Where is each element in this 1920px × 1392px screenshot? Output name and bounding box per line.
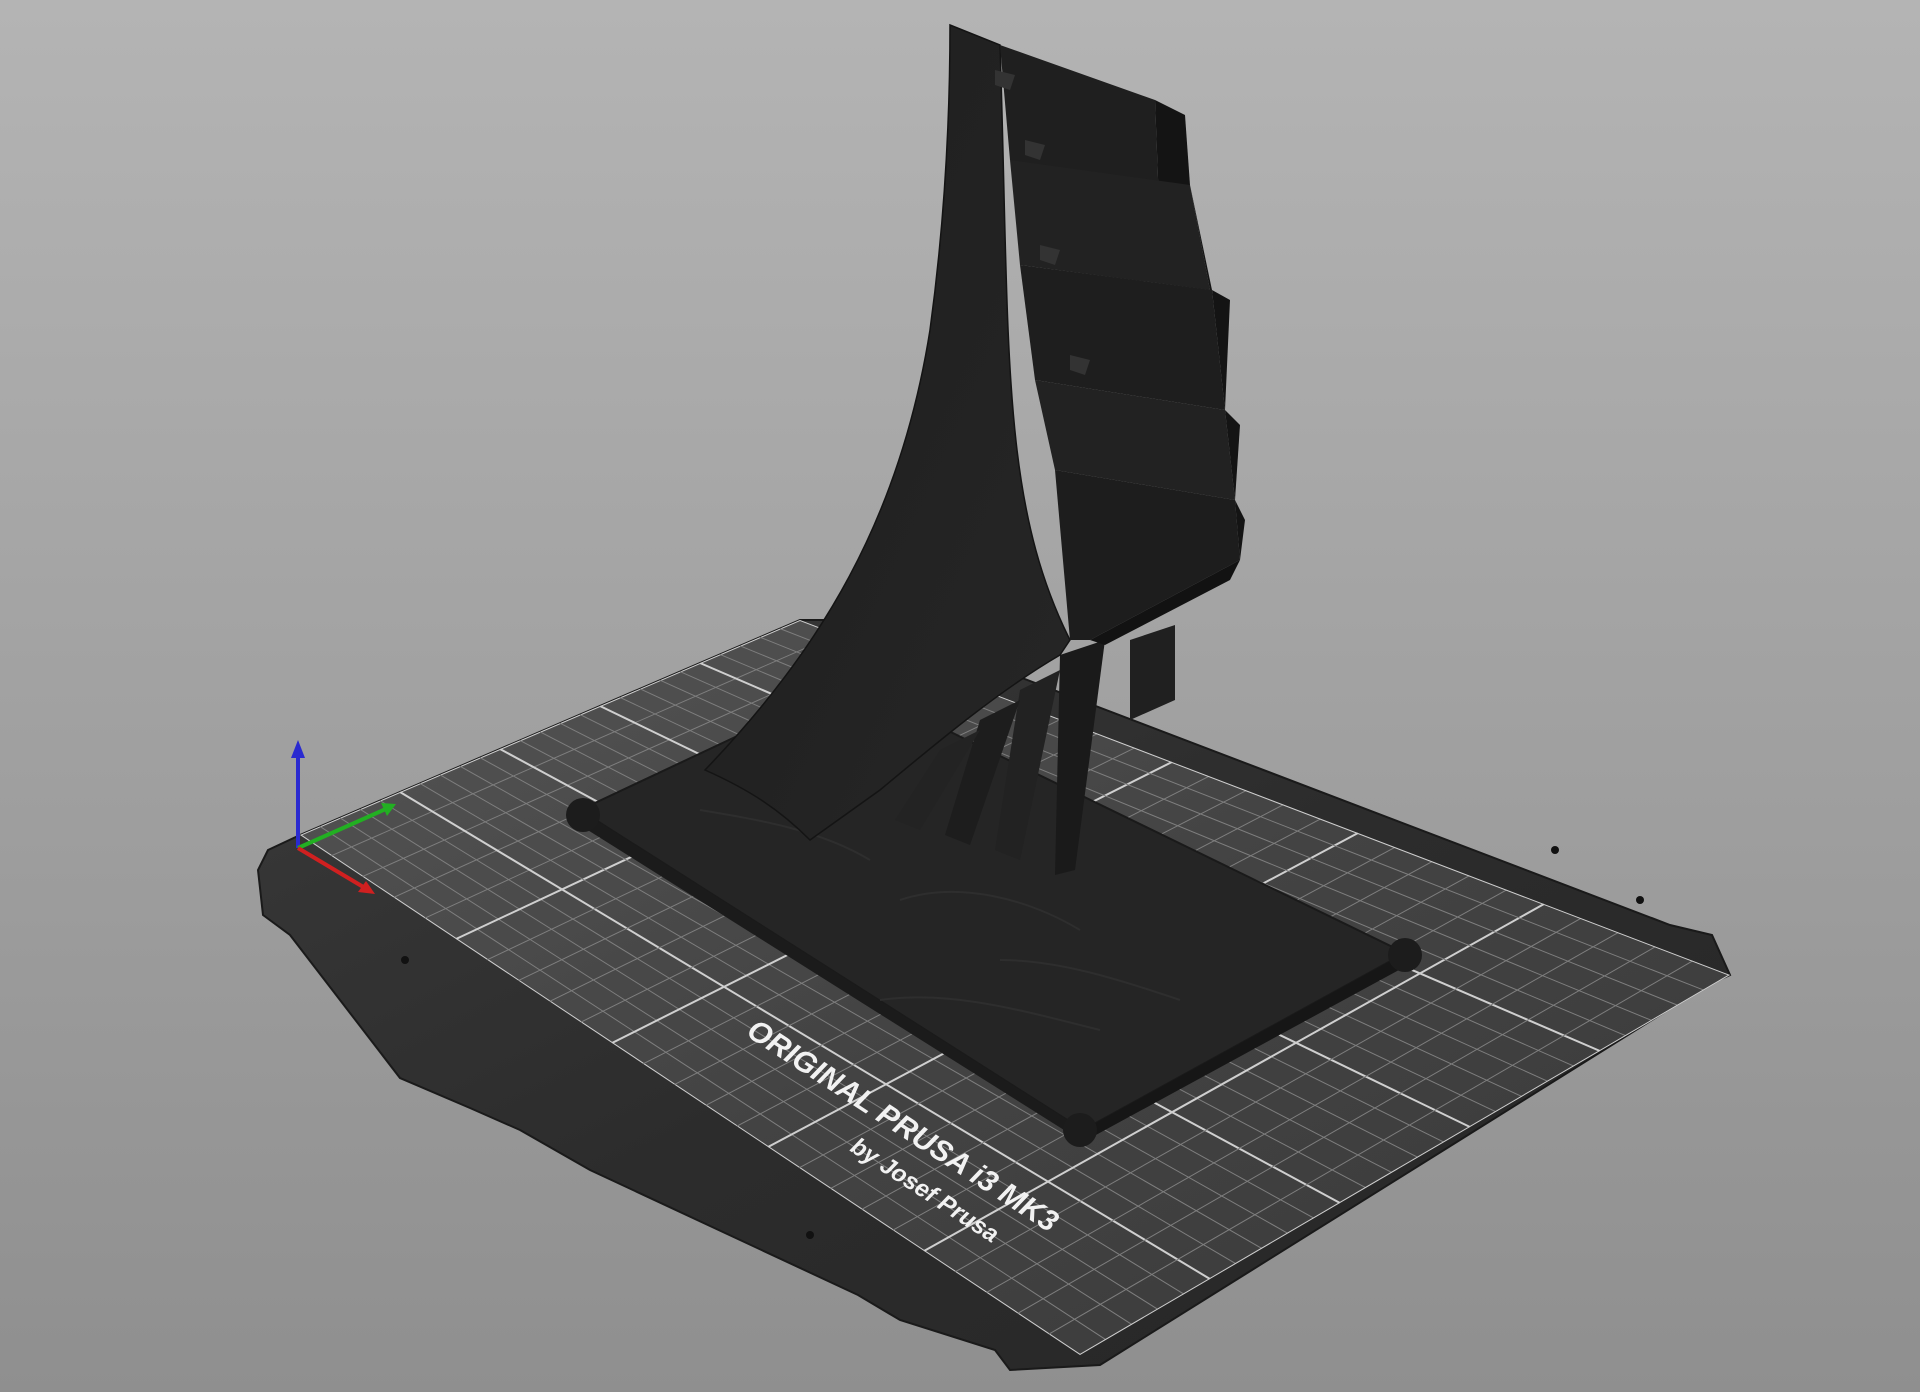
bed-mount-hole: [401, 956, 409, 964]
model-support-column[interactable]: [1130, 625, 1175, 720]
3d-viewport[interactable]: ORIGINAL PRUSA i3 MK3 by Josef Prusa: [0, 0, 1920, 1392]
scene-canvas[interactable]: ORIGINAL PRUSA i3 MK3 by Josef Prusa: [0, 0, 1920, 1392]
bed-mount-hole: [1636, 896, 1644, 904]
bed-mount-hole: [1551, 846, 1559, 854]
base-corner-nub: [1388, 938, 1422, 972]
z-axis-arrow-icon: [291, 740, 305, 758]
base-corner-nub: [566, 798, 600, 832]
base-corner-nub: [1063, 1113, 1097, 1147]
bed-mount-hole: [806, 1231, 814, 1239]
